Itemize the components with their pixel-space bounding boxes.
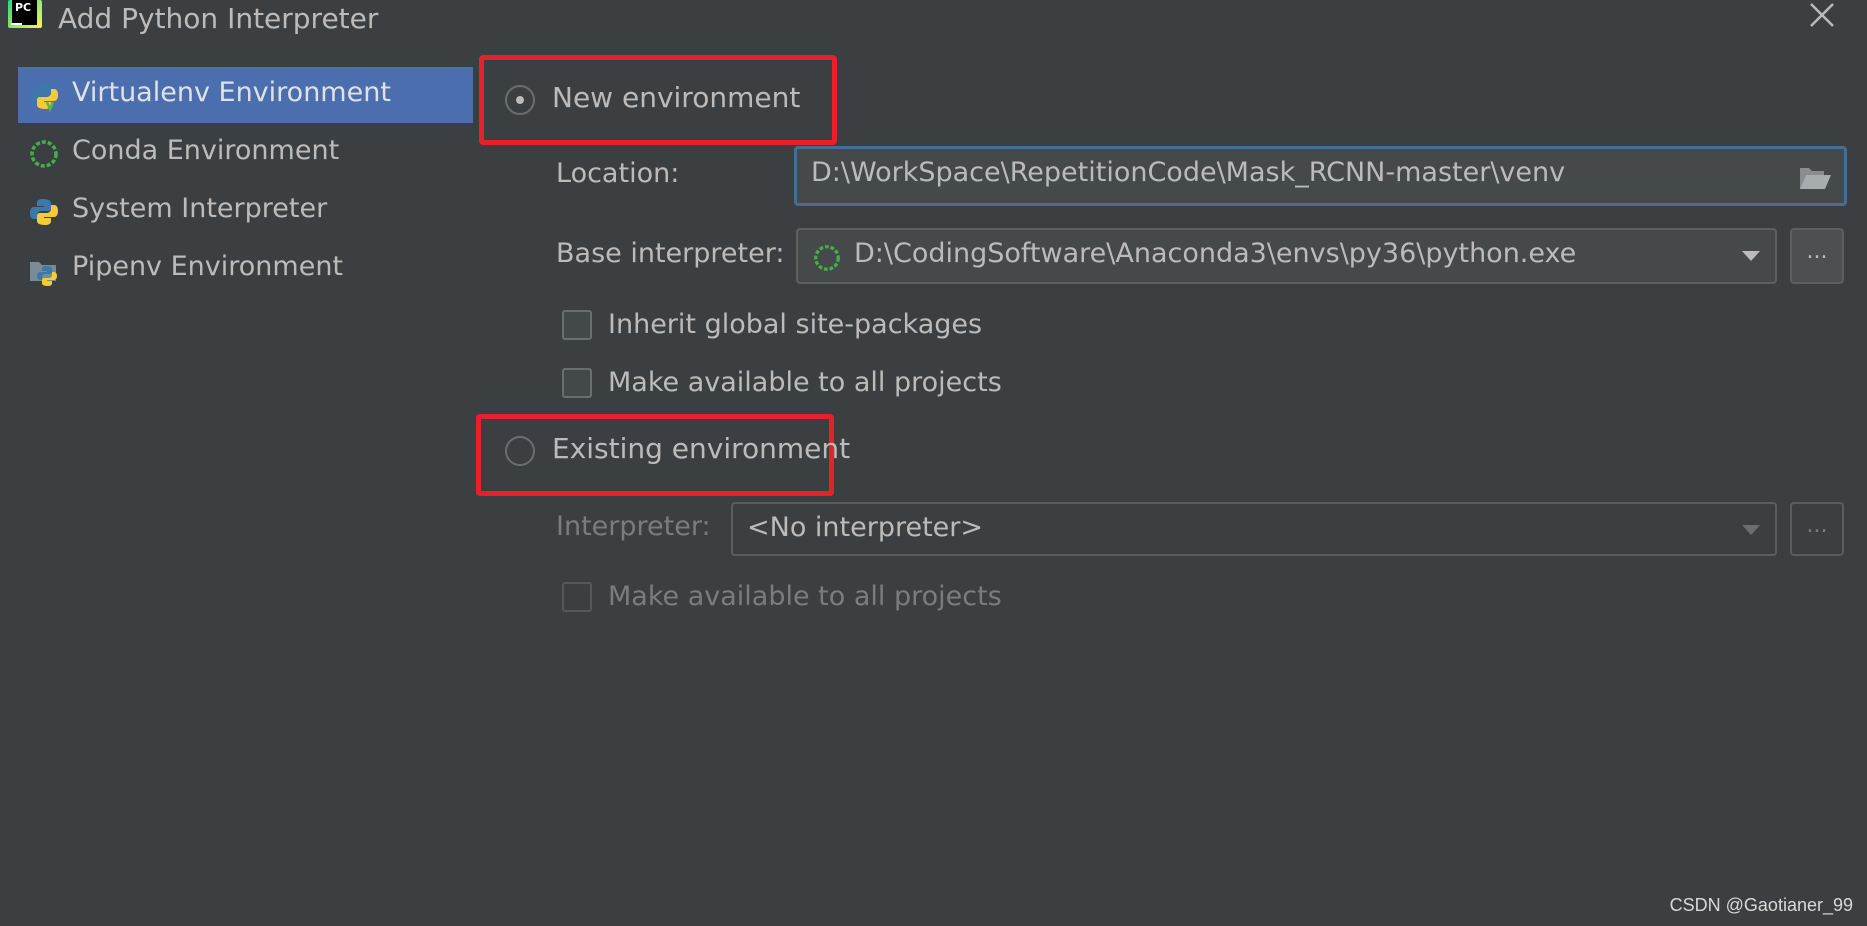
- existing-environment-radio[interactable]: [505, 436, 535, 466]
- conda-icon: [30, 140, 58, 168]
- existing-make-available-label: Make available to all projects: [608, 581, 1002, 612]
- python-venv-icon: [30, 83, 58, 112]
- dialog-title: Add Python Interpreter: [58, 2, 379, 35]
- interpreter-value: <No interpreter>: [747, 512, 984, 543]
- location-value: D:\WorkSpace\RepetitionCode\Mask_RCNN-ma…: [811, 157, 1566, 188]
- inherit-site-packages-checkbox[interactable]: [562, 310, 592, 340]
- inherit-site-packages-label: Inherit global site-packages: [608, 309, 983, 340]
- watermark-text: CSDN @Gaotianer_99: [1669, 895, 1853, 915]
- chevron-down-icon: [1742, 525, 1760, 535]
- interpreter-browse-button[interactable]: ...: [1790, 502, 1844, 556]
- base-interpreter-browse-button[interactable]: ...: [1790, 228, 1844, 284]
- make-available-label: Make available to all projects: [608, 367, 1002, 398]
- new-environment-radio[interactable]: [505, 85, 535, 115]
- base-interpreter-value: D:\CodingSoftware\Anaconda3\envs\py36\py…: [854, 238, 1577, 269]
- sidebar-item-label: Pipenv Environment: [72, 251, 344, 282]
- sidebar-item-label: Virtualenv Environment: [72, 77, 391, 108]
- sidebar-item-conda[interactable]: Conda Environment: [18, 125, 473, 181]
- folder-browse-icon[interactable]: [1798, 165, 1832, 191]
- sidebar-item-label: System Interpreter: [72, 193, 328, 224]
- base-interpreter-select[interactable]: D:\CodingSoftware\Anaconda3\envs\py36\py…: [796, 228, 1777, 284]
- existing-environment-label: Existing environment: [552, 432, 851, 465]
- conda-icon: [814, 245, 840, 271]
- interpreter-select[interactable]: <No interpreter>: [731, 502, 1777, 556]
- existing-make-available-checkbox[interactable]: [562, 582, 592, 612]
- location-input[interactable]: D:\WorkSpace\RepetitionCode\Mask_RCNN-ma…: [794, 146, 1847, 206]
- close-icon: [1810, 3, 1834, 27]
- new-environment-label: New environment: [552, 81, 801, 114]
- base-interpreter-label: Base interpreter:: [556, 238, 785, 269]
- sidebar-item-pipenv[interactable]: Pipenv Environment: [18, 241, 473, 297]
- interpreter-label: Interpreter:: [556, 511, 711, 542]
- pipenv-icon: [30, 262, 57, 286]
- make-available-checkbox[interactable]: [562, 368, 592, 398]
- close-button[interactable]: [1805, 0, 1839, 32]
- sidebar-item-system[interactable]: System Interpreter: [18, 183, 473, 239]
- sidebar-item-label: Conda Environment: [72, 135, 340, 166]
- location-label: Location:: [556, 158, 680, 189]
- sidebar-item-virtualenv[interactable]: Virtualenv Environment: [18, 67, 473, 123]
- app-logo-text: PC: [12, 0, 37, 25]
- python-icon: [30, 199, 58, 225]
- pycharm-logo-icon: PC: [8, 0, 42, 28]
- chevron-down-icon: [1742, 251, 1760, 261]
